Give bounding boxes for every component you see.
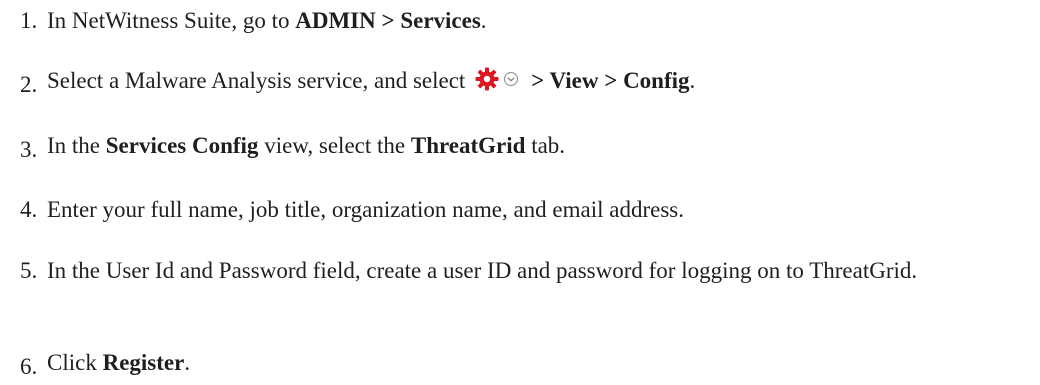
tab-name: ThreatGrid xyxy=(410,133,526,158)
step-text: Select a Malware Analysis service, and s… xyxy=(47,67,696,93)
step-number: 3. xyxy=(20,137,38,162)
menu-path: ADMIN > Services xyxy=(295,8,481,33)
step-text: Enter your full name, job title, organiz… xyxy=(47,197,684,222)
chevron-down-circle-icon xyxy=(503,71,519,87)
gear-icon xyxy=(475,67,499,91)
step-number: 2. xyxy=(20,72,38,97)
step-number: 1. xyxy=(20,8,38,33)
service-actions-icons xyxy=(475,67,527,91)
step-text: Click Register. xyxy=(47,350,191,375)
button-name: Register xyxy=(102,350,185,375)
step-text: In the Services Config view, select the … xyxy=(47,133,566,158)
view-name: Services Config xyxy=(105,133,259,158)
step-text: In the User Id and Password field, creat… xyxy=(47,258,918,283)
menu-path: > View > Config xyxy=(531,68,690,93)
step-number: 4. xyxy=(20,197,38,222)
step-number: 5. xyxy=(20,258,38,283)
step-number: 6. xyxy=(20,354,38,379)
step-text: In NetWitness Suite, go to ADMIN > Servi… xyxy=(47,8,487,33)
